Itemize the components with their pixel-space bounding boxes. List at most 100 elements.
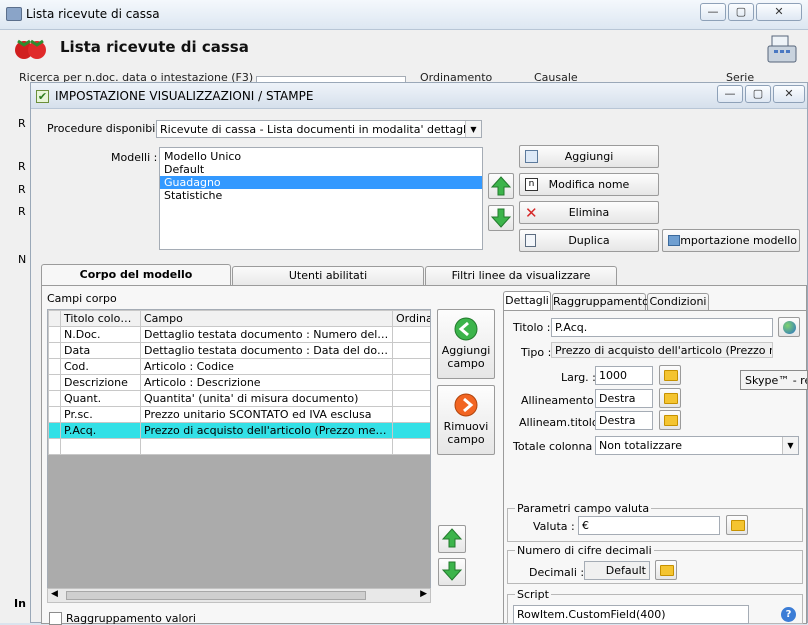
procedures-select[interactable]: Ricevute di cassa - Lista documenti in m…	[156, 120, 482, 138]
row-title: Data	[60, 342, 141, 359]
titolo-label: Titolo :	[513, 321, 551, 334]
raggruppamento-checkbox[interactable]	[49, 612, 62, 625]
table-row[interactable]: Quant. Quantita' (unita' di misura docume…	[48, 390, 430, 407]
tab-raggruppamento[interactable]: Raggruppamento	[552, 293, 649, 311]
row-field: Dettaglio testata documento : Numero del…	[140, 326, 393, 343]
close-button[interactable]: ✕	[756, 3, 802, 21]
allineamento-input[interactable]: Destra	[595, 389, 653, 408]
dialog-minimize-button[interactable]: —	[717, 85, 743, 103]
chevron-down-icon[interactable]: ▼	[465, 121, 481, 137]
fields-grid[interactable]: Titolo colonna Campo Ordinar N.Doc.Detta…	[47, 309, 431, 603]
move-field-down-button[interactable]	[438, 558, 466, 586]
titolo-input[interactable]: P.Acq.	[551, 318, 773, 337]
tipo-label: Tipo :	[521, 346, 552, 359]
table-row[interactable]: Data Dettaglio testata documento : Data d…	[48, 342, 430, 359]
table-row-new[interactable]	[48, 438, 430, 455]
decimali-folder-button[interactable]	[655, 560, 677, 580]
decimali-label: Decimali :	[529, 566, 585, 579]
arrow-right-icon	[454, 393, 478, 417]
import-model-button[interactable]: Importazione modello	[662, 229, 800, 252]
dialog-title: IMPOSTAZIONE VISUALIZZAZIONI / STAMPE	[55, 89, 314, 103]
procedures-label: Procedure disponibili :	[47, 122, 169, 135]
larg-folder-button[interactable]	[659, 365, 681, 385]
add-model-button[interactable]: Aggiungi	[519, 145, 659, 168]
allineamento-folder-button[interactable]	[659, 388, 681, 408]
tipo-value: Prezzo di acquisto dell'articolo (Prezzo…	[551, 342, 773, 358]
valuta-group-label: Parametri campo valuta	[515, 502, 652, 515]
tab-condizioni[interactable]: Condizioni	[647, 293, 709, 311]
allineam-titolo-input[interactable]: Destra	[595, 411, 653, 430]
table-row-selected[interactable]: P.Acq. Prezzo di acquisto dell'articolo (…	[48, 422, 430, 439]
table-row[interactable]: Cod. Articolo : Codice	[48, 358, 430, 375]
rename-model-button[interactable]: n Modifica nome	[519, 173, 659, 196]
arrow-left-icon	[454, 317, 478, 341]
add-field-button[interactable]: Aggiungi campo	[437, 309, 495, 379]
arrow-up-icon	[441, 528, 463, 548]
row-field: Quantita' (unita' di misura documento)	[140, 390, 393, 407]
outer-heading: Lista ricevute di cassa	[60, 38, 249, 56]
allineam-titolo-label: Allineam.titolo :	[519, 416, 606, 429]
table-row[interactable]: Pr.sc. Prezzo unitario SCONTATO ed IVA es…	[48, 406, 430, 423]
scroll-thumb[interactable]	[66, 591, 366, 600]
column-header-title[interactable]: Titolo colonna	[60, 310, 141, 327]
column-header-order[interactable]: Ordinar	[392, 310, 430, 327]
help-icon[interactable]: ?	[781, 607, 796, 622]
tab-dettagli[interactable]: Dettagli	[503, 291, 551, 311]
globe-button[interactable]	[778, 317, 800, 337]
duplicate-model-button[interactable]: Duplica	[519, 229, 659, 252]
dialog-close-button[interactable]: ✕	[773, 85, 805, 103]
minimize-button[interactable]: —	[700, 3, 726, 21]
column-header-field[interactable]: Campo	[140, 310, 393, 327]
remove-field-button[interactable]: Rimuovi campo	[437, 385, 495, 455]
table-row[interactable]: Descrizione Articolo : Descrizione	[48, 374, 430, 391]
arrow-up-icon	[490, 176, 512, 196]
raggruppamento-label: Raggruppamento valori	[66, 612, 196, 625]
grid-horizontal-scrollbar[interactable]: ◀ ▶	[47, 588, 431, 603]
valuta-folder-button[interactable]	[726, 515, 748, 535]
script-input[interactable]: RowItem.CustomField(400)	[513, 605, 749, 624]
models-label: Modelli :	[111, 151, 158, 164]
row-field: Dettaglio testata documento : Data del d…	[140, 342, 393, 359]
tab-corpo-modello[interactable]: Corpo del modello	[41, 264, 231, 286]
delete-model-button[interactable]: ✕ Elimina	[519, 201, 659, 224]
model-item[interactable]: Modello Unico	[160, 150, 482, 163]
tab-filtri-linee[interactable]: Filtri linee da visualizzare	[425, 266, 617, 286]
folder-icon	[731, 520, 745, 531]
valuta-label: Valuta :	[533, 520, 575, 533]
folder-icon	[664, 415, 678, 426]
model-item[interactable]: Statistiche	[160, 189, 482, 202]
move-down-button[interactable]	[488, 205, 514, 231]
move-up-button[interactable]	[488, 173, 514, 199]
scroll-left-icon[interactable]: ◀	[51, 589, 58, 599]
maximize-button[interactable]: ▢	[728, 3, 754, 21]
arrow-down-icon	[490, 208, 512, 228]
model-item[interactable]: Default	[160, 163, 482, 176]
allineam-titolo-folder-button[interactable]	[659, 410, 681, 430]
script-group-label: Script	[515, 588, 551, 601]
delete-icon: ✕	[525, 204, 538, 222]
settings-dialog: ✔ IMPOSTAZIONE VISUALIZZAZIONI / STAMPE …	[30, 82, 808, 625]
move-field-up-button[interactable]	[438, 525, 466, 553]
totale-selected-value: Non totalizzare	[599, 439, 682, 452]
row-field: Prezzo unitario SCONTATO ed IVA esclusa	[140, 406, 393, 423]
app-icon	[6, 7, 22, 21]
scroll-right-icon[interactable]: ▶	[420, 589, 427, 599]
cash-register-icon[interactable]	[764, 32, 800, 64]
row-title: N.Doc.	[60, 326, 141, 343]
tab-utenti-abilitati[interactable]: Utenti abilitati	[232, 266, 424, 286]
totale-select[interactable]: Non totalizzare ▼	[595, 436, 799, 455]
model-item-selected[interactable]: Guadagno	[160, 176, 482, 189]
table-row[interactable]: N.Doc. Dettaglio testata documento : Nume…	[48, 326, 430, 343]
copy-icon	[525, 234, 536, 247]
row-title: Descrizione	[60, 374, 141, 391]
checkmark-icon: ✔	[36, 90, 49, 103]
row-title: P.Acq.	[60, 422, 141, 439]
fields-table: Titolo colonna Campo Ordinar N.Doc.Detta…	[48, 310, 430, 455]
dialog-maximize-button[interactable]: ▢	[745, 85, 771, 103]
chevron-down-icon[interactable]: ▼	[782, 437, 798, 454]
valuta-input[interactable]: €	[578, 516, 720, 535]
larg-input[interactable]: 1000	[595, 366, 653, 385]
outer-window-title: Lista ricevute di cassa	[26, 7, 160, 21]
decimali-value[interactable]: Default	[584, 561, 650, 580]
models-listbox[interactable]: Modello Unico Default Guadagno Statistic…	[159, 147, 483, 250]
